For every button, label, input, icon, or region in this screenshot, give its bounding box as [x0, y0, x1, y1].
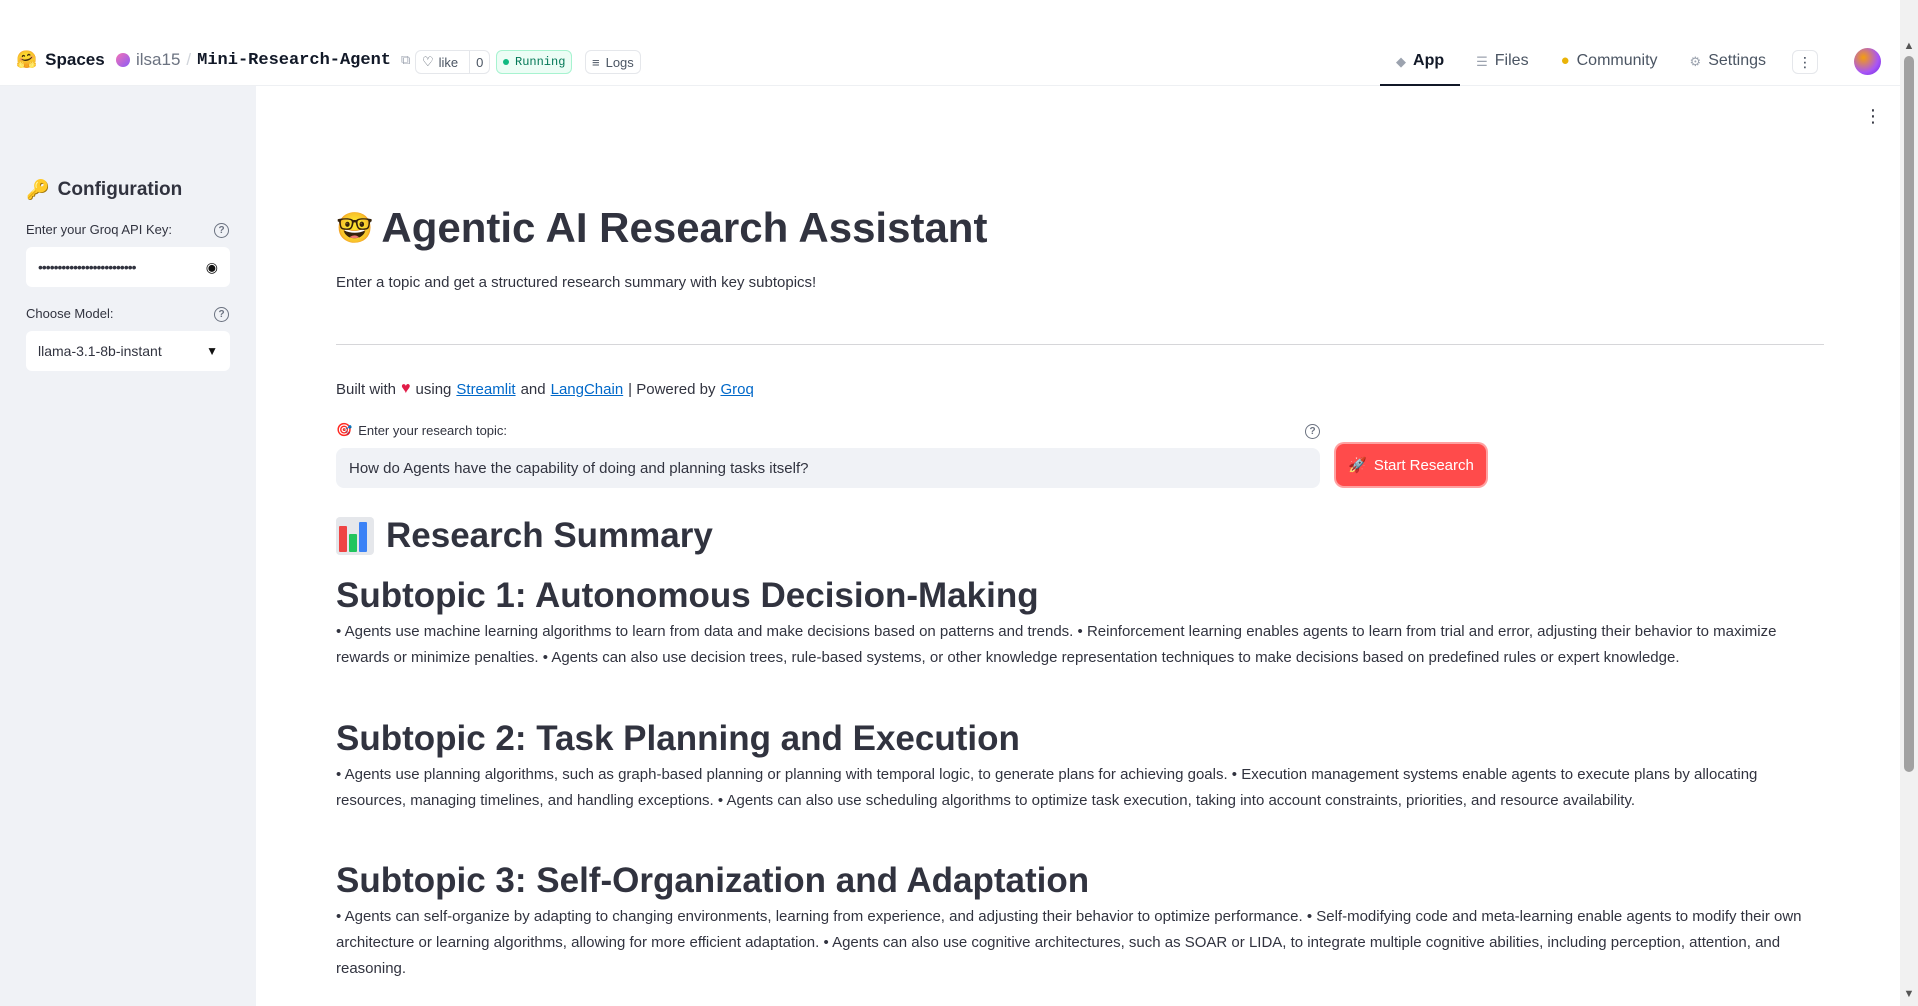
model-help-icon[interactable]: ? [214, 307, 229, 322]
owner-link[interactable]: ilsa15 [136, 50, 180, 70]
status-label: Running [515, 55, 566, 69]
hugging-face-logo-icon: 🤗 [16, 50, 38, 69]
page-title-text: Agentic AI Research Assistant [381, 204, 988, 251]
scroll-down-arrow-icon[interactable]: ▼ [1902, 988, 1916, 1002]
topic-label: 🎯 Enter your research topic: [336, 422, 507, 438]
topic-help-icon[interactable]: ? [1305, 424, 1320, 439]
tab-community[interactable]: ● Community [1545, 40, 1674, 86]
groq-link[interactable]: Groq [720, 381, 753, 398]
repo-link[interactable]: Mini-Research-Agent [197, 51, 391, 70]
summary-heading: Research Summary [336, 516, 713, 556]
built-prefix: Built with [336, 380, 397, 398]
streamlit-link[interactable]: Streamlit [456, 381, 515, 398]
logs-icon: ≡ [592, 54, 600, 70]
built-and: and [520, 380, 546, 398]
like-button[interactable]: ♡ like 0 [415, 50, 491, 74]
owner-avatar-icon [116, 53, 130, 67]
breadcrumb: ilsa15 / Mini-Research-Agent ⧉ [116, 50, 410, 70]
chevron-down-icon: ▼ [206, 344, 218, 358]
langchain-link[interactable]: LangChain [551, 381, 624, 398]
files-icon: ☰ [1476, 54, 1488, 69]
page-title: 🤓 Agentic AI Research Assistant [336, 204, 987, 252]
topic-label-text: Enter your research topic: [358, 422, 508, 438]
heart-outline-icon: ♡ [422, 54, 434, 69]
top-bar: 🤗 Spaces ilsa15 / Mini-Research-Agent ⧉ … [0, 0, 1900, 86]
model-select[interactable]: llama-3.1-8b-instant ▼ [26, 331, 230, 371]
sidebar-title: 🔑 Configuration [26, 178, 182, 202]
subtopic-1-heading: Subtopic 1: Autonomous Decision-Making [336, 576, 1039, 615]
more-options-button[interactable]: ⋮ [1792, 50, 1818, 74]
tab-app-label: App [1413, 52, 1445, 69]
summary-heading-text: Research Summary [386, 516, 713, 555]
subtopic-3-heading: Subtopic 3: Self-Organization and Adapta… [336, 861, 1090, 900]
tab-settings-label: Settings [1708, 52, 1766, 69]
tab-files-label: Files [1494, 52, 1529, 69]
research-topic-value: How do Agents have the capability of doi… [349, 459, 809, 477]
tab-app[interactable]: ◆ App [1380, 40, 1461, 86]
page-subtitle: Enter a topic and get a structured resea… [336, 274, 817, 291]
tab-files[interactable]: ☰ Files [1460, 40, 1544, 86]
vertical-dots-icon: ⋮ [1798, 53, 1812, 70]
heart-icon: ♥ [401, 380, 411, 397]
space-tabs: ◆ App ☰ Files ● Community ⚙ Settings ⋮ [1380, 40, 1900, 86]
scroll-up-arrow-icon[interactable]: ▲ [1902, 40, 1916, 54]
main-menu-icon[interactable]: ⋮ [1864, 106, 1882, 127]
gear-icon: ⚙ [1689, 54, 1702, 69]
key-icon: 🔑 [26, 180, 50, 201]
logs-button[interactable]: ≡ Logs [585, 50, 641, 74]
breadcrumb-separator: / [186, 50, 192, 69]
like-label: like [438, 54, 459, 70]
eye-icon[interactable]: ◉ [206, 259, 218, 276]
logs-label: Logs [605, 54, 634, 70]
rocket-icon: 🚀 [1348, 457, 1367, 474]
built-using: using [415, 380, 452, 398]
subtopic-2-heading: Subtopic 2: Task Planning and Execution [336, 719, 1020, 758]
start-research-label: Start Research [1373, 456, 1474, 474]
target-icon: 🎯 [336, 422, 353, 437]
nerd-face-icon: 🤓 [336, 211, 374, 245]
model-label: Choose Model: [26, 306, 114, 321]
api-key-value: ••••••••••••••••••••••••• [38, 259, 137, 275]
status-badge[interactable]: Running [496, 50, 573, 74]
community-icon: ● [1560, 52, 1570, 69]
sidebar-title-text: Configuration [57, 179, 183, 200]
spaces-label: Spaces [45, 50, 105, 69]
user-avatar[interactable] [1854, 48, 1881, 75]
start-research-button[interactable]: 🚀 Start Research [1336, 444, 1486, 486]
subtopic-1-text: • Agents use machine learning algorithms… [336, 623, 1777, 666]
subtopic-2-text: • Agents use planning algorithms, such a… [336, 766, 1758, 809]
copy-icon[interactable]: ⧉ [401, 52, 410, 68]
built-with-line: Built with ♥ using Streamlit and LangCha… [336, 380, 754, 398]
spaces-link[interactable]: 🤗 Spaces [16, 50, 105, 70]
built-powered: | Powered by [628, 380, 716, 398]
api-key-help-icon[interactable]: ? [214, 223, 229, 238]
tab-settings[interactable]: ⚙ Settings [1674, 40, 1782, 86]
model-select-value: llama-3.1-8b-instant [38, 343, 162, 359]
subtopic-3-text: • Agents can self-organize by adapting t… [336, 908, 1802, 977]
sidebar: 🔑 Configuration Enter your Groq API Key:… [0, 86, 256, 1006]
api-key-field[interactable]: ••••••••••••••••••••••••• ◉ [26, 247, 230, 287]
bar-chart-icon [336, 517, 374, 555]
scrollbar-thumb[interactable] [1904, 56, 1914, 772]
like-count: 0 [469, 51, 489, 73]
api-key-label: Enter your Groq API Key: [26, 222, 172, 237]
research-topic-input[interactable]: How do Agents have the capability of doi… [336, 448, 1320, 488]
tab-community-label: Community [1576, 52, 1658, 69]
divider [336, 344, 1824, 345]
cube-icon: ◆ [1396, 54, 1407, 69]
status-dot-icon [503, 59, 509, 65]
